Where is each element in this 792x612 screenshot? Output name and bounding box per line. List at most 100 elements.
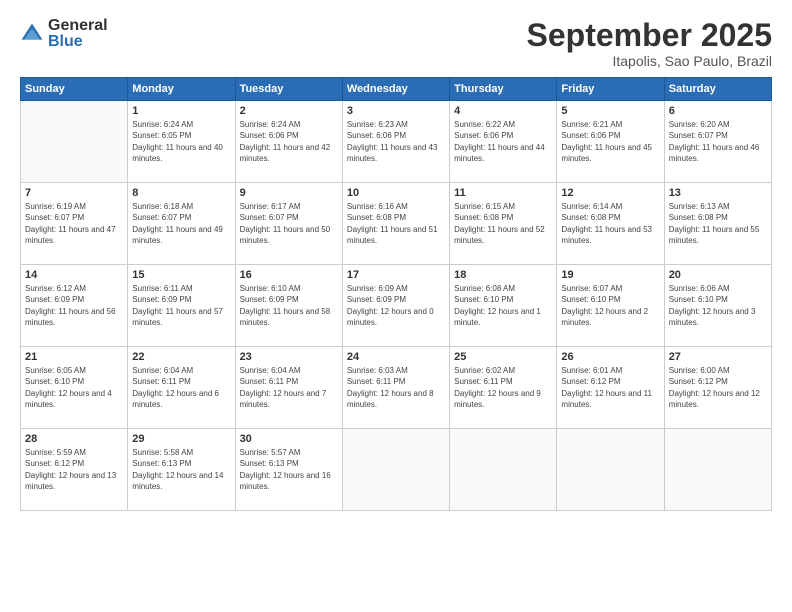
day-cell: 18Sunrise: 6:08 AMSunset: 6:10 PMDayligh… bbox=[450, 265, 557, 347]
header-saturday: Saturday bbox=[664, 78, 771, 101]
day-cell: 17 Sunrise: 6:09 AMSunset: 6:09 PMDayligh… bbox=[342, 265, 449, 347]
day-cell bbox=[21, 101, 128, 183]
day-number: 8 bbox=[132, 187, 230, 199]
calendar-page: General Blue September 2025 Itapolis, Sa… bbox=[0, 0, 792, 612]
day-number: 20 bbox=[669, 269, 767, 281]
day-number: 1 bbox=[132, 105, 230, 117]
day-cell: 28Sunrise: 5:59 AMSunset: 6:12 PMDayligh… bbox=[21, 429, 128, 511]
header-thursday: Thursday bbox=[450, 78, 557, 101]
day-info: Sunrise: 5:58 AMSunset: 6:13 PMDaylight:… bbox=[132, 447, 230, 492]
day-info: Sunrise: 6:05 AMSunset: 6:10 PMDaylight:… bbox=[25, 365, 123, 410]
header-monday: Monday bbox=[128, 78, 235, 101]
day-info: Sunrise: 6:04 AMSunset: 6:11 PMDaylight:… bbox=[240, 365, 338, 410]
day-info: Sunrise: 6:01 AMSunset: 6:12 PMDaylight:… bbox=[561, 365, 659, 410]
day-number: 11 bbox=[454, 187, 552, 199]
location-subtitle: Itapolis, Sao Paulo, Brazil bbox=[527, 53, 772, 69]
week-row-4: 21 Sunrise: 6:05 AMSunset: 6:10 PMDayligh… bbox=[21, 347, 772, 429]
day-info: Sunrise: 5:57 AMSunset: 6:13 PMDaylight:… bbox=[240, 447, 338, 492]
day-number: 13 bbox=[669, 187, 767, 199]
day-cell: 19 Sunrise: 6:07 AMSunset: 6:10 PMDayligh… bbox=[557, 265, 664, 347]
day-info: Sunrise: 6:17 AMSunset: 6:07 PMDaylight:… bbox=[240, 201, 338, 246]
day-cell: 9Sunrise: 6:17 AMSunset: 6:07 PMDaylight… bbox=[235, 183, 342, 265]
day-info: Sunrise: 6:00 AMSunset: 6:12 PMDaylight:… bbox=[669, 365, 767, 410]
day-cell: 4Sunrise: 6:22 AMSunset: 6:06 PMDaylight… bbox=[450, 101, 557, 183]
day-number: 22 bbox=[132, 351, 230, 363]
day-cell: 26Sunrise: 6:01 AMSunset: 6:12 PMDayligh… bbox=[557, 347, 664, 429]
day-number: 19 bbox=[561, 269, 659, 281]
day-info: Sunrise: 6:14 AMSunset: 6:08 PMDaylight:… bbox=[561, 201, 659, 246]
day-cell: 16 Sunrise: 6:10 AMSunset: 6:09 PMDayligh… bbox=[235, 265, 342, 347]
logo-blue: Blue bbox=[48, 34, 108, 50]
day-cell: 27 Sunrise: 6:00 AMSunset: 6:12 PMDayligh… bbox=[664, 347, 771, 429]
day-info: Sunrise: 6:11 AMSunset: 6:09 PMDaylight:… bbox=[132, 283, 230, 328]
day-number: 6 bbox=[669, 105, 767, 117]
day-info: Sunrise: 6:15 AMSunset: 6:08 PMDaylight:… bbox=[454, 201, 552, 246]
day-info: Sunrise: 6:23 AMSunset: 6:06 PMDaylight:… bbox=[347, 119, 445, 164]
day-number: 18 bbox=[454, 269, 552, 281]
header: General Blue September 2025 Itapolis, Sa… bbox=[20, 18, 772, 69]
day-number: 27 bbox=[669, 351, 767, 363]
day-cell: 5Sunrise: 6:21 AMSunset: 6:06 PMDaylight… bbox=[557, 101, 664, 183]
calendar-body: 1 Sunrise: 6:24 AMSunset: 6:05 PMDaylight… bbox=[21, 101, 772, 511]
day-number: 7 bbox=[25, 187, 123, 199]
month-title: September 2025 bbox=[527, 18, 772, 53]
day-cell bbox=[342, 429, 449, 511]
header-row: Sunday Monday Tuesday Wednesday Thursday… bbox=[21, 78, 772, 101]
day-cell bbox=[450, 429, 557, 511]
day-info: Sunrise: 6:24 AMSunset: 6:06 PMDaylight:… bbox=[240, 119, 338, 164]
day-number: 16 bbox=[240, 269, 338, 281]
day-cell: 1 Sunrise: 6:24 AMSunset: 6:05 PMDaylight… bbox=[128, 101, 235, 183]
day-number: 25 bbox=[454, 351, 552, 363]
calendar-table: Sunday Monday Tuesday Wednesday Thursday… bbox=[20, 77, 772, 511]
week-row-5: 28Sunrise: 5:59 AMSunset: 6:12 PMDayligh… bbox=[21, 429, 772, 511]
day-info: Sunrise: 6:04 AMSunset: 6:11 PMDaylight:… bbox=[132, 365, 230, 410]
day-number: 15 bbox=[132, 269, 230, 281]
day-info: Sunrise: 6:22 AMSunset: 6:06 PMDaylight:… bbox=[454, 119, 552, 164]
day-info: Sunrise: 6:07 AMSunset: 6:10 PMDaylight:… bbox=[561, 283, 659, 328]
day-cell: 23 Sunrise: 6:04 AMSunset: 6:11 PMDayligh… bbox=[235, 347, 342, 429]
day-cell: 22 Sunrise: 6:04 AMSunset: 6:11 PMDayligh… bbox=[128, 347, 235, 429]
day-cell: 21 Sunrise: 6:05 AMSunset: 6:10 PMDayligh… bbox=[21, 347, 128, 429]
day-cell: 10Sunrise: 6:16 AMSunset: 6:08 PMDayligh… bbox=[342, 183, 449, 265]
day-number: 29 bbox=[132, 433, 230, 445]
header-sunday: Sunday bbox=[21, 78, 128, 101]
header-friday: Friday bbox=[557, 78, 664, 101]
day-number: 12 bbox=[561, 187, 659, 199]
header-tuesday: Tuesday bbox=[235, 78, 342, 101]
day-info: Sunrise: 6:19 AMSunset: 6:07 PMDaylight:… bbox=[25, 201, 123, 246]
day-cell bbox=[664, 429, 771, 511]
day-info: Sunrise: 6:20 AMSunset: 6:07 PMDaylight:… bbox=[669, 119, 767, 164]
logo-general: General bbox=[48, 18, 108, 34]
day-cell: 30Sunrise: 5:57 AMSunset: 6:13 PMDayligh… bbox=[235, 429, 342, 511]
day-cell: 13 Sunrise: 6:13 AMSunset: 6:08 PMDayligh… bbox=[664, 183, 771, 265]
day-info: Sunrise: 6:24 AMSunset: 6:05 PMDaylight:… bbox=[132, 119, 230, 164]
logo-icon bbox=[20, 22, 44, 46]
day-info: Sunrise: 6:12 AMSunset: 6:09 PMDaylight:… bbox=[25, 283, 123, 328]
day-number: 24 bbox=[347, 351, 445, 363]
logo: General Blue bbox=[20, 18, 108, 50]
day-number: 28 bbox=[25, 433, 123, 445]
day-cell: 24 Sunrise: 6:03 AMSunset: 6:11 PMDayligh… bbox=[342, 347, 449, 429]
day-info: Sunrise: 6:18 AMSunset: 6:07 PMDaylight:… bbox=[132, 201, 230, 246]
day-info: Sunrise: 6:13 AMSunset: 6:08 PMDaylight:… bbox=[669, 201, 767, 246]
day-cell: 8 Sunrise: 6:18 AMSunset: 6:07 PMDaylight… bbox=[128, 183, 235, 265]
day-number: 5 bbox=[561, 105, 659, 117]
day-number: 23 bbox=[240, 351, 338, 363]
day-cell: 7 Sunrise: 6:19 AMSunset: 6:07 PMDaylight… bbox=[21, 183, 128, 265]
day-info: Sunrise: 6:10 AMSunset: 6:09 PMDaylight:… bbox=[240, 283, 338, 328]
day-info: Sunrise: 6:09 AMSunset: 6:09 PMDaylight:… bbox=[347, 283, 445, 328]
day-number: 14 bbox=[25, 269, 123, 281]
day-info: Sunrise: 6:03 AMSunset: 6:11 PMDaylight:… bbox=[347, 365, 445, 410]
logo-text: General Blue bbox=[48, 18, 108, 50]
day-cell: 25 Sunrise: 6:02 AMSunset: 6:11 PMDayligh… bbox=[450, 347, 557, 429]
week-row-2: 7 Sunrise: 6:19 AMSunset: 6:07 PMDaylight… bbox=[21, 183, 772, 265]
day-info: Sunrise: 6:06 AMSunset: 6:10 PMDaylight:… bbox=[669, 283, 767, 328]
day-info: Sunrise: 6:02 AMSunset: 6:11 PMDaylight:… bbox=[454, 365, 552, 410]
day-cell bbox=[557, 429, 664, 511]
day-number: 17 bbox=[347, 269, 445, 281]
day-number: 21 bbox=[25, 351, 123, 363]
day-cell: 11 Sunrise: 6:15 AMSunset: 6:08 PMDayligh… bbox=[450, 183, 557, 265]
week-row-1: 1 Sunrise: 6:24 AMSunset: 6:05 PMDaylight… bbox=[21, 101, 772, 183]
day-cell: 12 Sunrise: 6:14 AMSunset: 6:08 PMDayligh… bbox=[557, 183, 664, 265]
day-number: 2 bbox=[240, 105, 338, 117]
